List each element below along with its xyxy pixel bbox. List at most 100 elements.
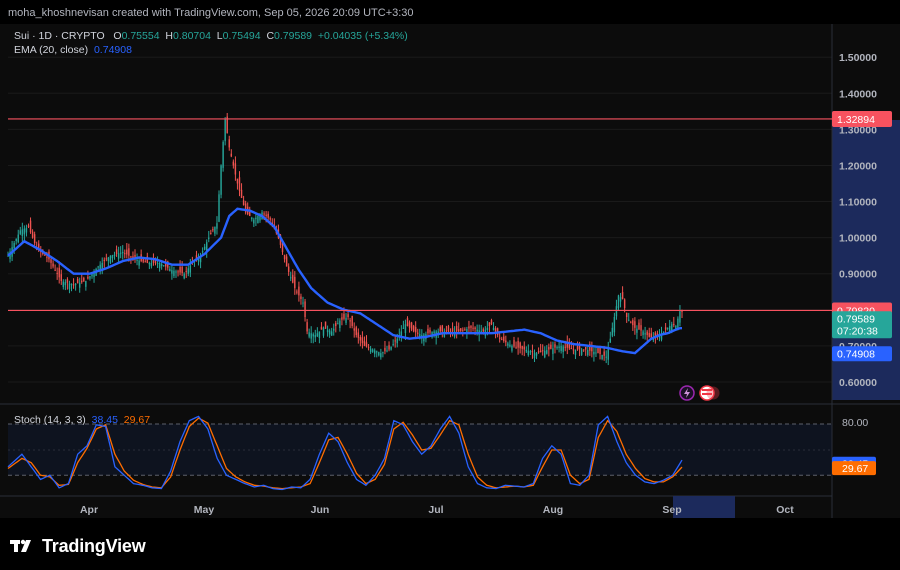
candle-body [122, 252, 124, 254]
candle-body [103, 259, 106, 262]
candle-body [58, 267, 60, 278]
high-label: H [165, 30, 173, 42]
candle-body [46, 256, 48, 258]
candle-body [621, 292, 624, 299]
candle-body [169, 268, 171, 272]
candle-body [337, 323, 339, 325]
candle-body [70, 283, 73, 285]
candle-body [541, 350, 544, 352]
candle-body [236, 178, 239, 184]
candle-body [249, 211, 251, 216]
candle-body [664, 327, 667, 330]
time-tick-label: May [194, 504, 215, 516]
candle-body [521, 346, 523, 349]
candle-body [412, 325, 415, 332]
time-range-highlight [673, 496, 735, 520]
horizontal-line-label: 1.32894 [837, 114, 875, 126]
candle-body [345, 317, 347, 323]
candle-body [390, 346, 392, 350]
candle-body [150, 262, 153, 267]
candle-body [613, 317, 616, 333]
candle-body [105, 258, 108, 260]
candle-body [560, 345, 562, 352]
candle-body [171, 270, 173, 274]
candle-body [25, 227, 28, 233]
candle-body [429, 329, 431, 333]
candle-body [384, 347, 386, 352]
candle-body [347, 314, 349, 318]
candle-body [498, 337, 501, 339]
candle-body [175, 271, 177, 273]
candle-body [476, 329, 478, 332]
candle-body [228, 139, 230, 148]
price-tick-label: 0.60000 [839, 377, 877, 389]
last-price-label: 0.79589 [837, 313, 875, 325]
candle-body [673, 323, 675, 326]
candle-body [353, 328, 355, 331]
candle-body [535, 353, 538, 356]
price-tick-label: 1.20000 [839, 160, 877, 172]
candle-body [501, 338, 503, 340]
candle-body [445, 330, 448, 332]
candle-body [539, 350, 542, 352]
candle-body [162, 265, 165, 267]
candle-body [572, 349, 575, 351]
candle-body [66, 279, 69, 283]
candle-body [33, 234, 36, 244]
candle-body [593, 351, 595, 355]
brand-logo[interactable]: TradingView [10, 535, 146, 557]
stoch-tick-label: 80.00 [842, 417, 868, 429]
candle-body [503, 336, 505, 342]
candle-body [330, 331, 333, 336]
symbol-label[interactable]: Sui · 1D · CRYPTO [14, 30, 105, 42]
candle-body [365, 342, 368, 347]
candle-body [544, 350, 546, 358]
candle-body [115, 249, 118, 254]
candle-body [396, 338, 398, 344]
time-tick-label: Jul [428, 504, 443, 516]
candle-body [427, 328, 429, 334]
candle-body [224, 118, 226, 142]
candle-body [128, 248, 130, 256]
ema-label: EMA (20, close) [14, 44, 89, 56]
candle-body [517, 340, 519, 348]
candle-body [531, 351, 534, 353]
candle-body [52, 263, 54, 267]
candle-body [603, 351, 605, 356]
chart-canvas[interactable]: 1.500001.400001.300001.200001.100001.000… [0, 0, 900, 520]
candle-body [619, 297, 622, 302]
candle-body [519, 342, 521, 349]
stoch-legend[interactable]: Stoch (14, 3, 3) 38.45 29.67 [14, 414, 150, 426]
candle-body [556, 347, 558, 349]
candle-body [183, 273, 185, 279]
candle-body [218, 194, 220, 222]
candle-body [648, 333, 650, 337]
candle-body [617, 295, 620, 308]
candle-body [242, 200, 245, 206]
candle-body [376, 351, 378, 353]
candle-body [507, 343, 509, 346]
candle-body [283, 254, 286, 260]
candle-body [511, 345, 513, 351]
candle-body [587, 350, 589, 356]
candle-body [632, 320, 634, 326]
ema-legend[interactable]: EMA (20, close) 0.74908 [14, 44, 132, 56]
close-value: 0.79589 [274, 30, 313, 42]
candle-body [23, 228, 26, 235]
candle-body [230, 153, 233, 157]
candle-body [109, 255, 112, 263]
candle-body [441, 325, 444, 332]
candle-body [552, 348, 554, 354]
candle-body [447, 326, 450, 332]
candle-body [570, 348, 573, 350]
candle-body [388, 345, 390, 350]
candle-body [83, 277, 85, 282]
candle-body [302, 302, 304, 304]
candle-body [267, 213, 269, 218]
candle-body [554, 344, 556, 348]
change-value: +0.04035 (+5.34%) [317, 30, 408, 42]
candle-body [611, 327, 614, 336]
candle-body [68, 283, 71, 289]
candle-body [464, 329, 466, 331]
candle-body [490, 320, 493, 325]
